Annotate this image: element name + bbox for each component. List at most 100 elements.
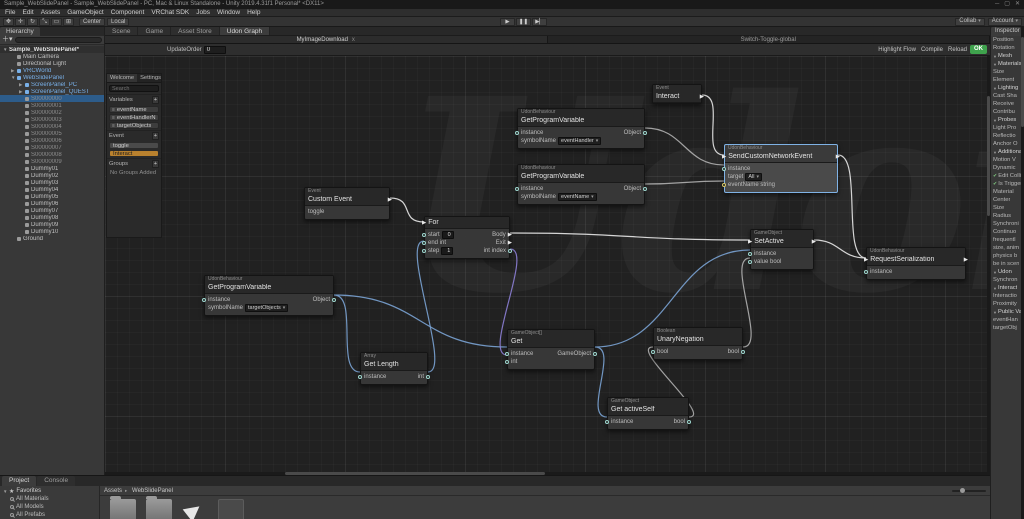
hierarchy-item[interactable]: S00000004 bbox=[0, 123, 104, 130]
update-order-input[interactable] bbox=[203, 45, 226, 54]
foldout-arrow-icon[interactable]: ▼ bbox=[993, 86, 997, 91]
output-port-row[interactable]: bool bbox=[725, 348, 745, 356]
hierarchy-item[interactable]: S00000003 bbox=[0, 116, 104, 123]
input-port-row[interactable]: instance bbox=[748, 250, 784, 258]
menu-help[interactable]: Help bbox=[247, 9, 260, 16]
hierarchy-item[interactable]: Dummy01 bbox=[0, 165, 104, 172]
input-port-row[interactable]: instance bbox=[515, 185, 600, 193]
inspector-row[interactable]: eventHan bbox=[991, 316, 1024, 324]
rect-tool-icon[interactable]: ▭ bbox=[51, 17, 62, 26]
add-group-button[interactable]: + bbox=[152, 160, 159, 168]
node-get-length[interactable]: Array Get Length instance int bbox=[358, 352, 430, 385]
rotate-tool-icon[interactable]: ↻ bbox=[27, 17, 38, 26]
foldout-arrow-icon[interactable]: ▶ bbox=[19, 82, 23, 88]
hierarchy-item[interactable]: ▶ VRCWorld bbox=[0, 67, 104, 74]
ok-button[interactable]: OK bbox=[970, 45, 987, 54]
create-button[interactable]: ＋▾ bbox=[2, 36, 13, 44]
compile-button[interactable]: Compile bbox=[921, 47, 943, 53]
output-port-row[interactable]: int bbox=[415, 373, 430, 381]
file-icon-arrow[interactable] bbox=[182, 499, 208, 519]
menu-window[interactable]: Window bbox=[217, 9, 240, 16]
foldout-arrow-icon[interactable]: ▼ bbox=[993, 54, 997, 59]
input-port-row[interactable]: instance bbox=[864, 268, 895, 276]
input-port-row[interactable]: instance bbox=[515, 129, 604, 137]
foldout-arrow-icon[interactable]: ▼ bbox=[993, 62, 997, 67]
inspector-row[interactable]: Anchor O bbox=[991, 140, 1024, 148]
input-port-icon[interactable] bbox=[722, 183, 726, 187]
inspector-row[interactable]: Element bbox=[991, 76, 1024, 84]
input-port-row[interactable]: end int bbox=[422, 239, 457, 247]
foldout-arrow-icon[interactable]: ▼ bbox=[993, 310, 997, 315]
move-tool-icon[interactable]: ✛ bbox=[15, 17, 26, 26]
minimize-icon[interactable]: ─ bbox=[995, 0, 999, 9]
file-icon-asset[interactable] bbox=[218, 499, 244, 519]
add-variable-button[interactable]: + bbox=[152, 96, 159, 104]
hierarchy-item[interactable]: S00000009 bbox=[0, 158, 104, 165]
favorite-item[interactable]: All Models bbox=[0, 503, 99, 511]
foldout-arrow-icon[interactable]: ▶ bbox=[11, 68, 15, 74]
foldout-arrow-icon[interactable]: ▼ bbox=[993, 286, 997, 291]
inspector-row[interactable]: ✔ Edit Collid bbox=[991, 172, 1024, 180]
variable-item[interactable]: ≡ eventName bbox=[109, 106, 159, 113]
node-get-program-variable-name[interactable]: UdonBehaviour GetProgramVariable instance s… bbox=[515, 164, 647, 205]
hierarchy-item[interactable]: Dummy10 bbox=[0, 228, 104, 235]
output-port-row[interactable]: Body ▶ bbox=[481, 231, 512, 239]
node-get-program-variable-targets[interactable]: UdonBehaviour GetProgramVariable instance s… bbox=[202, 275, 336, 316]
highlight-flow-button[interactable]: Highlight Flow bbox=[878, 47, 916, 53]
tab-scene[interactable]: Scene bbox=[105, 27, 139, 35]
inspector-row[interactable]: Reflectio bbox=[991, 132, 1024, 140]
input-port-icon[interactable] bbox=[864, 270, 868, 274]
inspector-row[interactable]: Receive bbox=[991, 100, 1024, 108]
node-get-active-self[interactable]: GameObject Get activeSelf instance bool bbox=[605, 397, 691, 430]
tab-udon-graph[interactable]: Udon Graph bbox=[219, 27, 271, 35]
node-set-active[interactable]: GameObject ▶ SetActive ▶ instance value bool bbox=[748, 229, 816, 270]
input-port-row[interactable]: instance bbox=[358, 373, 389, 381]
hierarchy-item[interactable]: Dummy05 bbox=[0, 193, 104, 200]
input-port-icon[interactable] bbox=[422, 241, 426, 245]
checkbox-icon[interactable]: ✔ bbox=[993, 181, 997, 187]
tab-console[interactable]: Console bbox=[37, 476, 76, 486]
hierarchy-item[interactable]: ▶ ScreenPanel_PC bbox=[0, 81, 104, 88]
hierarchy-item[interactable]: ▼ Sample_WebSlidePanel* bbox=[0, 46, 104, 53]
graph-tab[interactable]: MyImageDownload x bbox=[105, 36, 548, 43]
hierarchy-item[interactable]: S00000005 bbox=[0, 130, 104, 137]
input-port-icon[interactable] bbox=[651, 350, 655, 354]
foldout-arrow-icon[interactable]: ▼ bbox=[993, 270, 997, 275]
tab-hierarchy[interactable]: Hierarchy bbox=[0, 27, 40, 36]
event-item[interactable]: Interact bbox=[109, 150, 159, 157]
inspector-row[interactable]: targetObj bbox=[991, 324, 1024, 332]
output-port-icon[interactable] bbox=[593, 352, 597, 356]
step-button[interactable]: ▶▏ bbox=[532, 17, 547, 26]
input-port-row[interactable]: bool bbox=[651, 348, 671, 356]
input-port-icon[interactable] bbox=[358, 375, 362, 379]
input-port-row[interactable]: instance bbox=[505, 350, 536, 358]
input-port-icon[interactable] bbox=[422, 233, 426, 237]
hierarchy-item[interactable]: S00000006 bbox=[0, 137, 104, 144]
node-for-loop[interactable]: ▶ For start 0 end int step 1 Body ▶ Exit ▶ int inde… bbox=[422, 216, 512, 259]
node-get-element[interactable]: GameObject[] Get instance int GameObject bbox=[505, 329, 597, 370]
input-port-icon[interactable] bbox=[505, 352, 509, 356]
inspector-row[interactable]: Continuo bbox=[991, 228, 1024, 236]
favorite-item[interactable]: All Prefabs bbox=[0, 511, 99, 519]
input-port-row[interactable]: eventName string bbox=[722, 181, 778, 189]
output-port-row[interactable]: Object bbox=[621, 129, 647, 137]
flow-in-port[interactable]: ▶ bbox=[748, 239, 752, 245]
add-event-button[interactable]: + bbox=[152, 132, 159, 140]
inspector-row[interactable]: ▼ Public Var bbox=[991, 308, 1024, 316]
flow-in-port[interactable]: ▶ bbox=[722, 154, 726, 160]
hierarchy-item[interactable]: Dummy02 bbox=[0, 172, 104, 179]
variable-item[interactable]: ≡ eventHandlerN bbox=[109, 114, 159, 121]
node-unary-negation[interactable]: Boolean UnaryNegation bool bool bbox=[651, 327, 745, 360]
symbol-dropdown[interactable]: All ▾ bbox=[745, 173, 762, 181]
input-port-row[interactable]: start 0 bbox=[422, 231, 457, 239]
input-port-icon[interactable] bbox=[505, 360, 509, 364]
file-icon-folder[interactable] bbox=[146, 496, 172, 519]
hierarchy-item[interactable]: Dummy09 bbox=[0, 221, 104, 228]
inspector-row[interactable]: Size bbox=[991, 68, 1024, 76]
output-port-icon[interactable] bbox=[332, 298, 336, 302]
hierarchy-item[interactable]: S00000002 bbox=[0, 109, 104, 116]
flow-in-port[interactable]: ▶ bbox=[422, 220, 426, 226]
hierarchy-item[interactable]: ▼ WebSlidePanel bbox=[0, 74, 104, 81]
inspector-row[interactable]: ▼ Materials bbox=[991, 60, 1024, 68]
graph-search-input[interactable] bbox=[109, 85, 159, 92]
